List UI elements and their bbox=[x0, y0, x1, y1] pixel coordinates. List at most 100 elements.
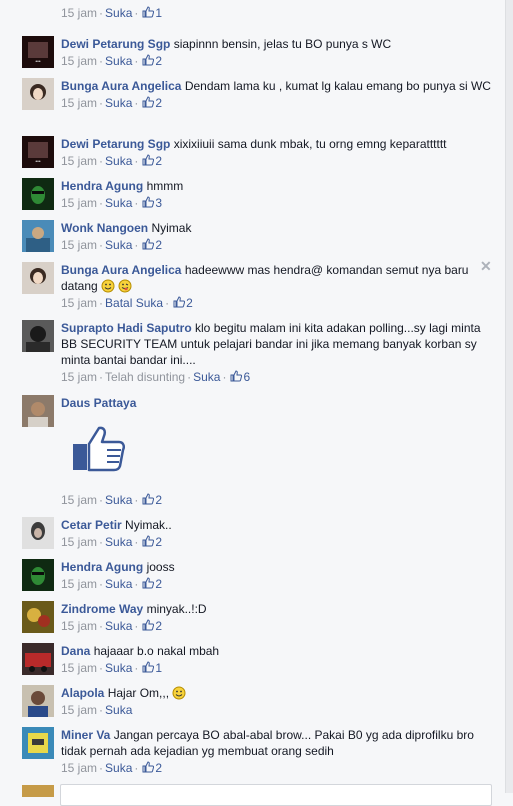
thumbs-up-icon[interactable] bbox=[142, 661, 155, 673]
like-link[interactable]: Suka bbox=[105, 96, 132, 110]
unlike-link[interactable]: Batal Suka bbox=[105, 296, 163, 310]
thumbs-up-icon[interactable] bbox=[142, 535, 155, 547]
close-icon[interactable]: ✕ bbox=[480, 258, 492, 275]
like-count[interactable]: 2 bbox=[155, 54, 162, 68]
comment-author[interactable]: Dana bbox=[61, 644, 90, 658]
avatar[interactable] bbox=[22, 517, 54, 549]
thumbs-up-sticker-icon bbox=[73, 426, 125, 472]
like-link[interactable]: Suka bbox=[105, 196, 132, 210]
comment-meta: 15 jam · Suka · 2 bbox=[61, 535, 163, 549]
avatar[interactable] bbox=[22, 601, 54, 633]
like-link[interactable]: Suka bbox=[105, 238, 132, 252]
comment-time[interactable]: 15 jam bbox=[61, 493, 97, 507]
comment-meta: 15 jam · Suka · 2 bbox=[61, 577, 163, 591]
comment-time[interactable]: 15 jam bbox=[61, 238, 97, 252]
like-link[interactable]: Suka bbox=[105, 619, 132, 633]
comment-time[interactable]: 15 jam bbox=[61, 154, 97, 168]
like-count[interactable]: 2 bbox=[155, 154, 162, 168]
like-count[interactable]: 2 bbox=[155, 96, 162, 110]
avatar[interactable] bbox=[22, 178, 54, 210]
avatar[interactable]: ••• bbox=[22, 136, 54, 168]
thumbs-up-icon[interactable] bbox=[142, 619, 155, 631]
thumbs-up-icon[interactable] bbox=[142, 493, 155, 505]
thumbs-up-icon[interactable] bbox=[142, 6, 155, 18]
comment-time[interactable]: 15 jam bbox=[61, 661, 97, 675]
thumbs-up-icon[interactable] bbox=[142, 96, 155, 108]
thumbs-up-icon[interactable] bbox=[142, 238, 155, 250]
like-count[interactable]: 2 bbox=[155, 577, 162, 591]
comment-author[interactable]: Hendra Agung bbox=[61, 560, 143, 574]
like-link[interactable]: Suka bbox=[105, 493, 132, 507]
comment-text: xixixiiuii sama dunk mbak, tu orng emng … bbox=[173, 137, 447, 151]
avatar[interactable] bbox=[22, 395, 54, 427]
current-user-avatar[interactable] bbox=[22, 785, 54, 797]
edited-label[interactable]: Telah disunting bbox=[105, 370, 185, 384]
like-link[interactable]: Suka bbox=[105, 54, 132, 68]
comment-input[interactable] bbox=[60, 784, 492, 806]
avatar[interactable] bbox=[22, 559, 54, 591]
like-count[interactable]: 2 bbox=[155, 535, 162, 549]
comment-time[interactable]: 15 jam bbox=[61, 296, 97, 310]
comment-time[interactable]: 15 jam bbox=[61, 6, 97, 20]
comment-meta: 15 jam · Suka · 2 bbox=[61, 238, 163, 252]
thumbs-up-icon[interactable] bbox=[142, 196, 155, 208]
avatar[interactable] bbox=[22, 262, 54, 294]
comment-time[interactable]: 15 jam bbox=[61, 577, 97, 591]
comment-author[interactable]: Bunga Aura Angelica bbox=[61, 79, 181, 93]
comment-author[interactable]: Wonk Nangoen bbox=[61, 221, 148, 235]
thumbs-up-icon[interactable] bbox=[142, 154, 155, 166]
avatar[interactable] bbox=[22, 78, 54, 110]
like-count[interactable]: 2 bbox=[155, 619, 162, 633]
comment-time[interactable]: 15 jam bbox=[61, 535, 97, 549]
comment-author[interactable]: Alapola bbox=[61, 686, 104, 700]
comment-author[interactable]: Miner Va bbox=[61, 728, 110, 742]
avatar[interactable]: ••• bbox=[22, 36, 54, 68]
like-count[interactable]: 2 bbox=[155, 493, 162, 507]
thumbs-up-icon[interactable] bbox=[230, 370, 243, 382]
like-link[interactable]: Suka bbox=[105, 661, 132, 675]
like-count[interactable]: 2 bbox=[155, 761, 162, 775]
like-link[interactable]: Suka bbox=[105, 154, 132, 168]
comment-time[interactable]: 15 jam bbox=[61, 761, 97, 775]
like-link[interactable]: Suka bbox=[105, 703, 132, 717]
like-count[interactable]: 3 bbox=[155, 196, 162, 210]
comment-author[interactable]: Cetar Petir bbox=[61, 518, 122, 532]
thumbs-up-icon[interactable] bbox=[142, 761, 155, 773]
avatar[interactable] bbox=[22, 220, 54, 252]
comment-author[interactable]: Daus Pattaya bbox=[61, 396, 136, 410]
like-link[interactable]: Suka bbox=[193, 370, 220, 384]
like-link[interactable]: Suka bbox=[105, 577, 132, 591]
scrollbar-track[interactable] bbox=[505, 0, 513, 793]
comment-meta: 15 jam · Suka · 1 bbox=[61, 661, 163, 675]
like-count[interactable]: 1 bbox=[155, 6, 162, 20]
comment-time[interactable]: 15 jam bbox=[61, 370, 97, 384]
comment-author[interactable]: Suprapto Hadi Saputro bbox=[61, 321, 192, 335]
avatar[interactable] bbox=[22, 685, 54, 717]
thumbs-up-icon[interactable] bbox=[142, 54, 155, 66]
comment-text: minyak..!:D bbox=[146, 602, 207, 616]
thumbs-up-icon[interactable] bbox=[142, 577, 155, 589]
avatar[interactable] bbox=[22, 320, 54, 352]
comment-time[interactable]: 15 jam bbox=[61, 96, 97, 110]
comment-time[interactable]: 15 jam bbox=[61, 619, 97, 633]
comment-time[interactable]: 15 jam bbox=[61, 703, 97, 717]
avatar[interactable] bbox=[22, 643, 54, 675]
comment-author[interactable]: Zindrome Way bbox=[61, 602, 143, 616]
like-count[interactable]: 2 bbox=[155, 238, 162, 252]
comment-author[interactable]: Dewi Petarung Sgp bbox=[61, 37, 170, 51]
comment-author[interactable]: Bunga Aura Angelica bbox=[61, 263, 181, 277]
like-count[interactable]: 2 bbox=[186, 296, 193, 310]
like-count[interactable]: 6 bbox=[243, 370, 250, 384]
comment-author[interactable]: Dewi Petarung Sgp bbox=[61, 137, 170, 151]
tongue-emoji-icon bbox=[118, 279, 132, 293]
comment-text: hmmm bbox=[146, 179, 184, 193]
like-link[interactable]: Suka bbox=[105, 535, 132, 549]
comment-author[interactable]: Hendra Agung bbox=[61, 179, 143, 193]
comment-time[interactable]: 15 jam bbox=[61, 54, 97, 68]
like-count[interactable]: 1 bbox=[155, 661, 162, 675]
like-link[interactable]: Suka bbox=[105, 761, 132, 775]
thumbs-up-icon[interactable] bbox=[173, 296, 186, 308]
like-link[interactable]: Suka bbox=[105, 6, 132, 20]
comment-time[interactable]: 15 jam bbox=[61, 196, 97, 210]
avatar[interactable] bbox=[22, 727, 54, 759]
